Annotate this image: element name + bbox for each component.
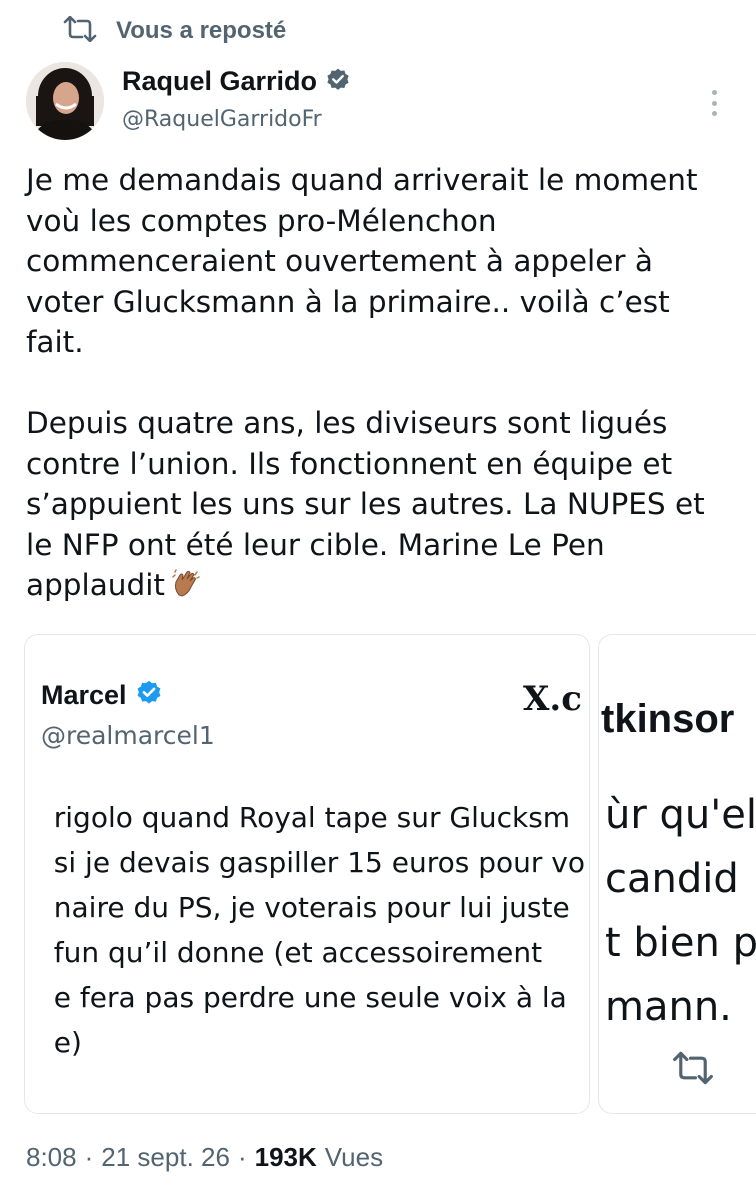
views-count[interactable]: 193K [255, 1142, 317, 1173]
separator-dot: · [237, 1142, 247, 1172]
verified-badge-icon [135, 679, 163, 711]
separator-dot: · [84, 1142, 94, 1172]
card-text-line: e fera pas perdre une seule voix à la [53, 981, 567, 1014]
avatar[interactable] [26, 62, 104, 140]
card2-body-text: ùr qu'ell candid t bien p mann. [605, 783, 756, 1039]
tweet-date[interactable]: 21 sept. 26 [101, 1142, 230, 1173]
more-dot [711, 100, 717, 106]
card-text-line: si je devais gaspiller 15 euros pour vo [53, 846, 585, 879]
card-author-handle: @realmarcel1 [41, 721, 215, 750]
repost-icon [671, 1051, 715, 1089]
card-text-line: naire du PS, je voterais pour lui juste [53, 891, 570, 924]
card2-title: tkinsor [601, 697, 735, 741]
repost-header: Vous a reposté [62, 14, 286, 48]
quoted-card-2[interactable]: tkinsor ùr qu'ell candid t bien p mann. [598, 634, 756, 1114]
tweet-paragraph-2: Depuis quatre ans, les diviseurs sont li… [26, 403, 746, 610]
x-logo-icon: X.c [523, 679, 582, 719]
verified-badge-icon [325, 67, 351, 97]
tweet-meta: 8:08 · 21 sept. 26 · 193K Vues [26, 1142, 383, 1173]
repost-label: Vous a reposté [116, 17, 287, 44]
card-text-line: rigolo quand Royal tape sur Glucksm [53, 801, 571, 834]
card-body-text: rigolo quand Royal tape sur Glucksm si j… [54, 795, 585, 1065]
more-dot [711, 90, 717, 95]
card2-text-line: mann. [605, 984, 732, 1030]
more-options-button[interactable] [700, 88, 728, 118]
tweet-paragraph-1: Je me demandais quand arriverait le mome… [26, 163, 698, 359]
card2-text-line: t bien p [605, 920, 756, 966]
quoted-card-marcel[interactable]: Marcel @realmarcel1 X.c rigolo quand Roy… [24, 634, 590, 1114]
card-author-name: Marcel [41, 679, 127, 710]
author-block: Raquel Garrido @RaquelGarridoFr [122, 66, 351, 132]
tweet-time[interactable]: 8:08 [26, 1142, 77, 1173]
views-label: Vues [324, 1142, 384, 1172]
clapping-hands-icon [171, 569, 201, 610]
author-name[interactable]: Raquel Garrido [122, 66, 317, 97]
tweet-paragraph-2-text: Depuis quatre ans, les diviseurs sont li… [26, 406, 705, 602]
repost-icon [62, 15, 98, 46]
card2-text-line: ùr qu'ell [605, 792, 756, 838]
tweet-text: Je me demandais quand arriverait le mome… [26, 160, 746, 610]
profile-photo-icon [26, 62, 104, 140]
more-dot [711, 111, 717, 116]
card-text-line: e) [53, 1026, 82, 1059]
author-handle[interactable]: @RaquelGarridoFr [122, 107, 351, 132]
card2-text-line: candid [605, 856, 739, 902]
card-text-line: fun qu’il donne (et accessoirement [53, 936, 543, 969]
